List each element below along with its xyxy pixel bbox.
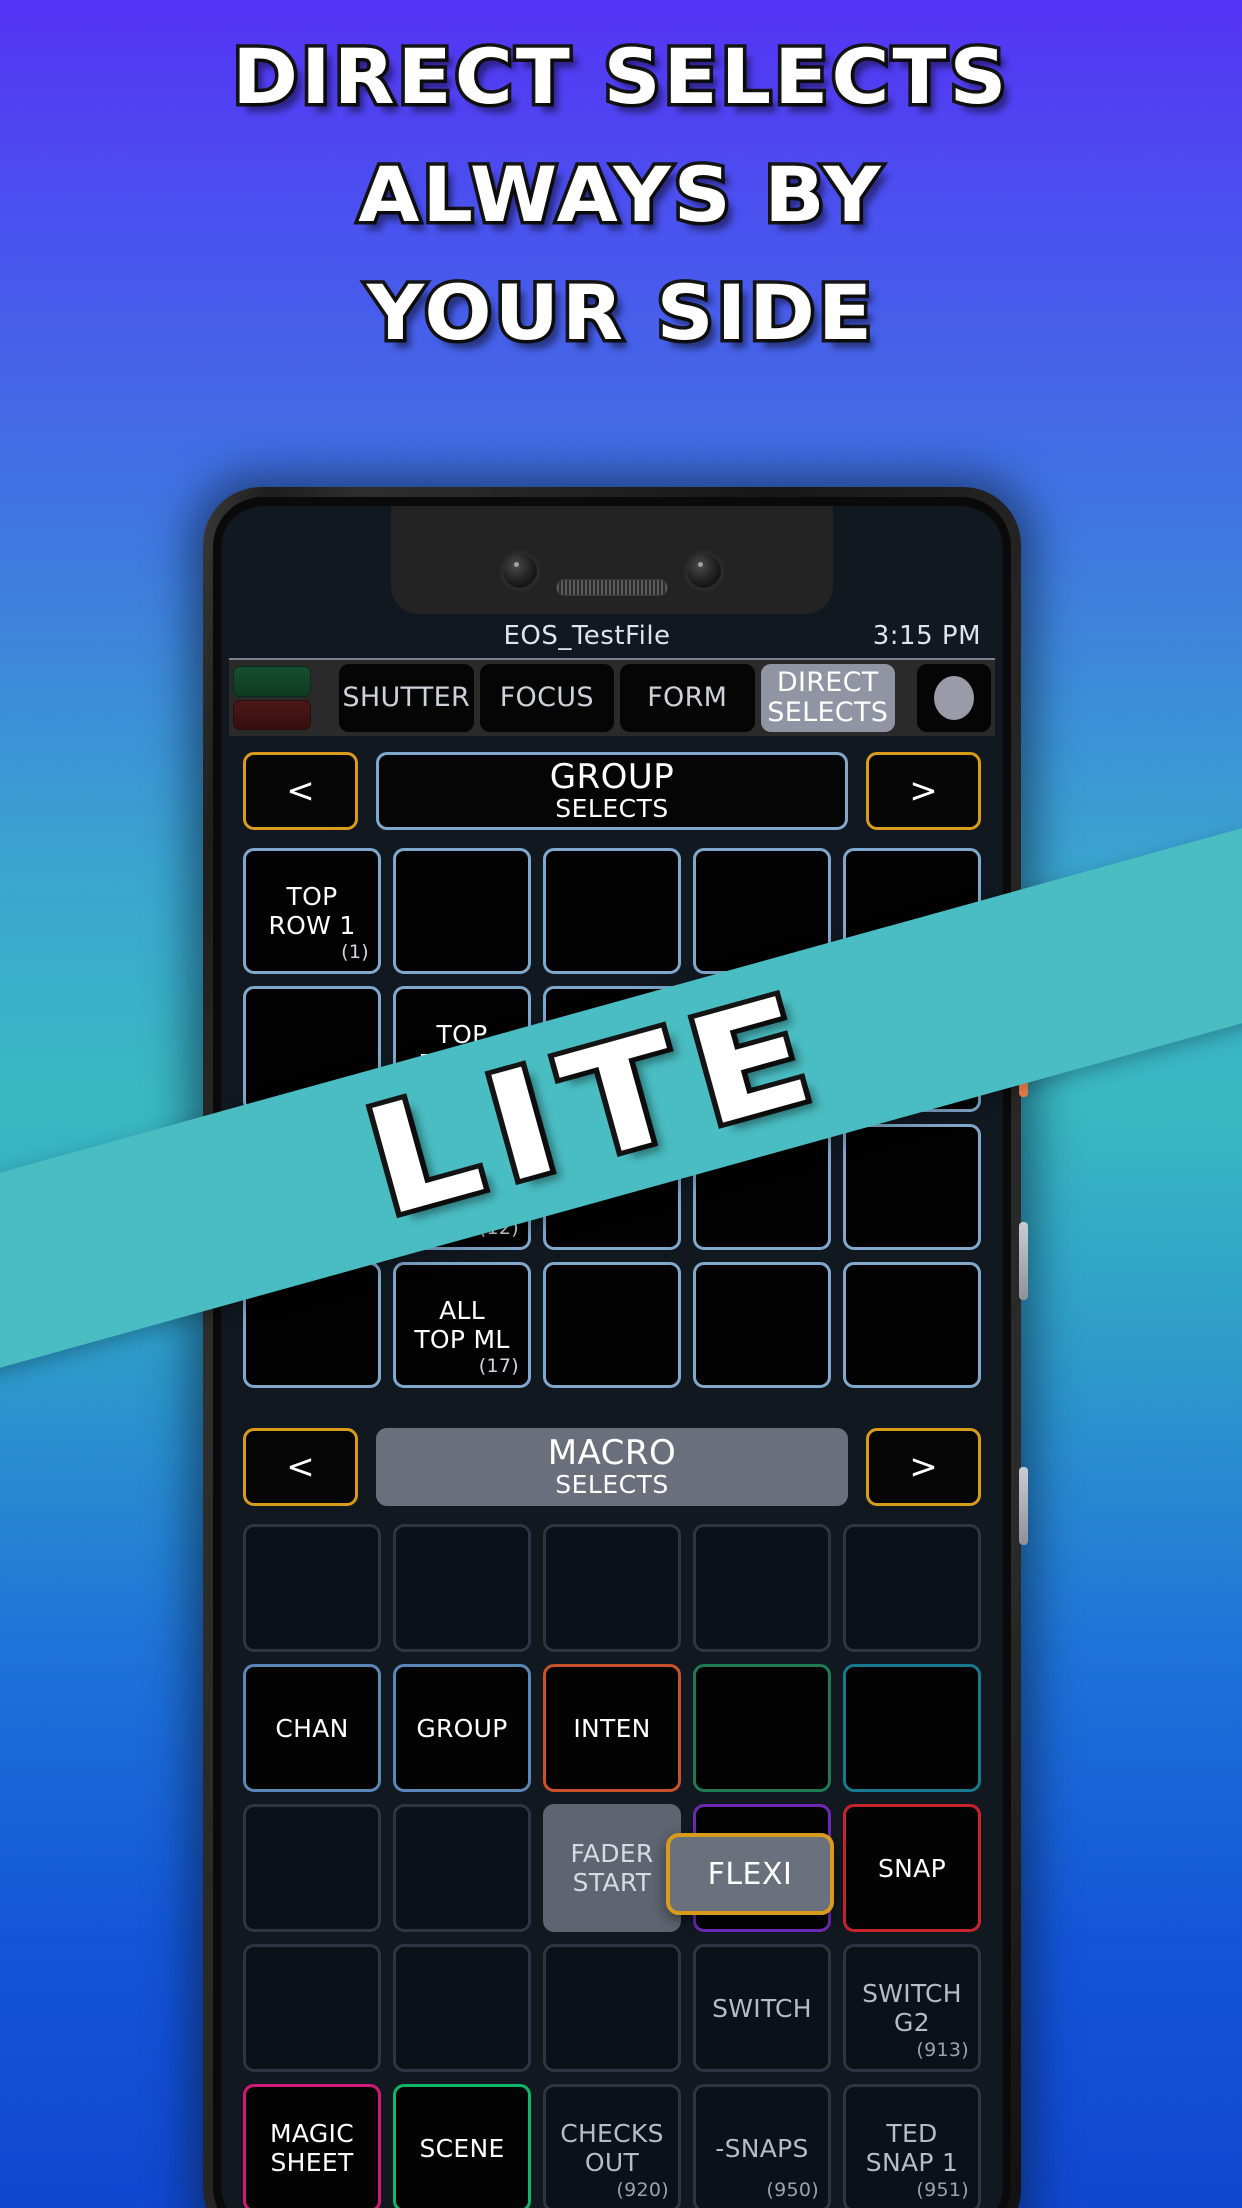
macro-cell-21[interactable]: SCENE	[393, 2084, 531, 2208]
macro-cell-label: SNAP	[878, 1853, 946, 1883]
group-cell-16[interactable]: ALL TOP ML (17)	[393, 1262, 531, 1388]
macro-next-button[interactable]: >	[866, 1428, 981, 1506]
camera-icon-right	[687, 554, 721, 588]
macro-cell-20[interactable]: MAGIC SHEET	[243, 2084, 381, 2208]
macro-cell-18[interactable]: SWITCH	[693, 1944, 831, 2072]
macro-cell-6[interactable]: GROUP	[393, 1664, 531, 1792]
group-selects-title[interactable]: GROUP SELECTS	[376, 752, 848, 830]
show-file-title: EOS_TestFile	[503, 621, 671, 651]
phone-mockup: EOS_TestFile 3:15 PM SHUTTER FOCUS FORM …	[203, 487, 1028, 2208]
group-cell-14[interactable]	[843, 1124, 981, 1250]
macro-cell-16[interactable]	[393, 1944, 531, 2072]
headline-line-3: YOUR SIDE	[363, 265, 876, 361]
tab-spacer	[317, 664, 333, 732]
tab-direct-selects-line1: DIRECT	[776, 667, 879, 698]
macro-cell-label: -SNAPS	[715, 2133, 809, 2163]
macro-cell-11[interactable]	[393, 1804, 531, 1932]
macro-cell-label: TED SNAP 1	[865, 2119, 959, 2177]
speaker-grille-icon	[556, 579, 668, 596]
macro-cell-23[interactable]: -SNAPS (950)	[693, 2084, 831, 2208]
macro-cell-3[interactable]	[693, 1524, 831, 1652]
macro-prev-button[interactable]: <	[243, 1428, 358, 1506]
macro-cell-24[interactable]: TED SNAP 1 (951)	[843, 2084, 981, 2208]
macro-cell-label: SWITCH	[712, 1993, 812, 2023]
group-cell-1[interactable]	[393, 848, 531, 974]
clock: 3:15 PM	[872, 621, 981, 651]
group-cell-2[interactable]	[543, 848, 681, 974]
group-cell-label: ALL TOP ML	[414, 1296, 510, 1354]
camera-notch	[391, 506, 833, 614]
macro-cell-label: SWITCH G2	[862, 1979, 962, 2037]
circle-icon	[934, 676, 974, 720]
group-cell-19[interactable]	[843, 1262, 981, 1388]
status-bar: EOS_TestFile 3:15 PM	[221, 614, 1003, 658]
macro-cell-15[interactable]	[243, 1944, 381, 2072]
headline-line-1: DIRECT SELECTS	[229, 29, 1010, 125]
macro-selects-title[interactable]: MACRO SELECTS	[376, 1428, 848, 1506]
flexi-tooltip[interactable]: FLEXI	[666, 1833, 834, 1915]
group-cell-label: TOP ROW 1	[268, 882, 356, 940]
macro-cell-label: FADER START	[570, 1839, 654, 1897]
macro-cell-label: INTEN	[573, 1713, 651, 1743]
macro-cell-label: GROUP	[416, 1713, 508, 1743]
macro-cell-4[interactable]	[843, 1524, 981, 1652]
group-cell-0[interactable]: TOP ROW 1 (1)	[243, 848, 381, 974]
group-selects-title-sub: SELECTS	[555, 794, 669, 823]
tab-shutter[interactable]: SHUTTER	[339, 664, 474, 732]
led-green	[233, 666, 311, 697]
macro-cell-7[interactable]: INTEN	[543, 1664, 681, 1792]
tab-bar: SHUTTER FOCUS FORM DIRECT SELECTS	[229, 658, 995, 736]
phone-screen: EOS_TestFile 3:15 PM SHUTTER FOCUS FORM …	[221, 506, 1003, 2208]
macro-selects-title-main: MACRO	[547, 1433, 677, 1473]
macro-cell-9[interactable]	[843, 1664, 981, 1792]
macro-selects-header: < MACRO SELECTS >	[243, 1428, 981, 1506]
tab-direct-selects-line2: SELECTS	[767, 697, 889, 728]
macro-cell-number: (950)	[766, 2179, 819, 2201]
headline: DIRECT SELECTS ALWAYS BY YOUR SIDE	[0, 18, 1242, 372]
macro-cell-number: (920)	[616, 2179, 669, 2201]
options-knob-button[interactable]	[917, 664, 991, 732]
macro-cell-2[interactable]	[543, 1524, 681, 1652]
macro-cell-17[interactable]	[543, 1944, 681, 2072]
macro-cell-14[interactable]: SNAP	[843, 1804, 981, 1932]
tab-form[interactable]: FORM	[620, 664, 755, 732]
group-prev-button[interactable]: <	[243, 752, 358, 830]
macro-cell-label: MAGIC SHEET	[270, 2119, 354, 2177]
macro-cell-1[interactable]	[393, 1524, 531, 1652]
phone-bezel: EOS_TestFile 3:15 PM SHUTTER FOCUS FORM …	[213, 497, 1011, 2208]
macro-selects-section: < MACRO SELECTS > CHAN GROUP INTEN FADER ST…	[243, 1428, 981, 2208]
macro-cell-12[interactable]: FADER START	[543, 1804, 681, 1932]
group-cell-17[interactable]	[543, 1262, 681, 1388]
group-selects-header: < GROUP SELECTS >	[243, 752, 981, 830]
group-selects-title-main: GROUP	[549, 757, 675, 797]
led-red	[233, 699, 311, 730]
macro-cell-0[interactable]	[243, 1524, 381, 1652]
macro-selects-title-sub: SELECTS	[555, 1470, 669, 1499]
group-next-button[interactable]: >	[866, 752, 981, 830]
macro-cell-label: CHAN	[275, 1713, 349, 1743]
macro-cell-number: (951)	[916, 2179, 969, 2201]
status-led-group	[233, 664, 311, 732]
macro-cell-label: SCENE	[419, 2133, 505, 2163]
group-cell-18[interactable]	[693, 1262, 831, 1388]
macro-cell-5[interactable]: CHAN	[243, 1664, 381, 1792]
macro-cell-label: CHECKS OUT	[560, 2119, 664, 2177]
macro-cell-22[interactable]: CHECKS OUT (920)	[543, 2084, 681, 2208]
macro-selects-grid: CHANGROUPINTENFADER STARTEFFECTSSNAPSWIT…	[243, 1524, 981, 2208]
headline-line-2: ALWAYS BY	[355, 147, 885, 243]
volume-down-button[interactable]	[1019, 1467, 1028, 1545]
camera-icon-left	[503, 554, 537, 588]
macro-cell-8[interactable]	[693, 1664, 831, 1792]
tab-focus[interactable]: FOCUS	[479, 664, 614, 732]
tab-direct-selects[interactable]: DIRECT SELECTS	[760, 664, 895, 732]
volume-up-button[interactable]	[1019, 1222, 1028, 1300]
macro-cell-19[interactable]: SWITCH G2 (913)	[843, 1944, 981, 2072]
group-cell-number: (1)	[341, 941, 369, 963]
group-cell-number: (17)	[478, 1355, 519, 1377]
macro-cell-10[interactable]	[243, 1804, 381, 1932]
macro-cell-number: (913)	[916, 2039, 969, 2061]
